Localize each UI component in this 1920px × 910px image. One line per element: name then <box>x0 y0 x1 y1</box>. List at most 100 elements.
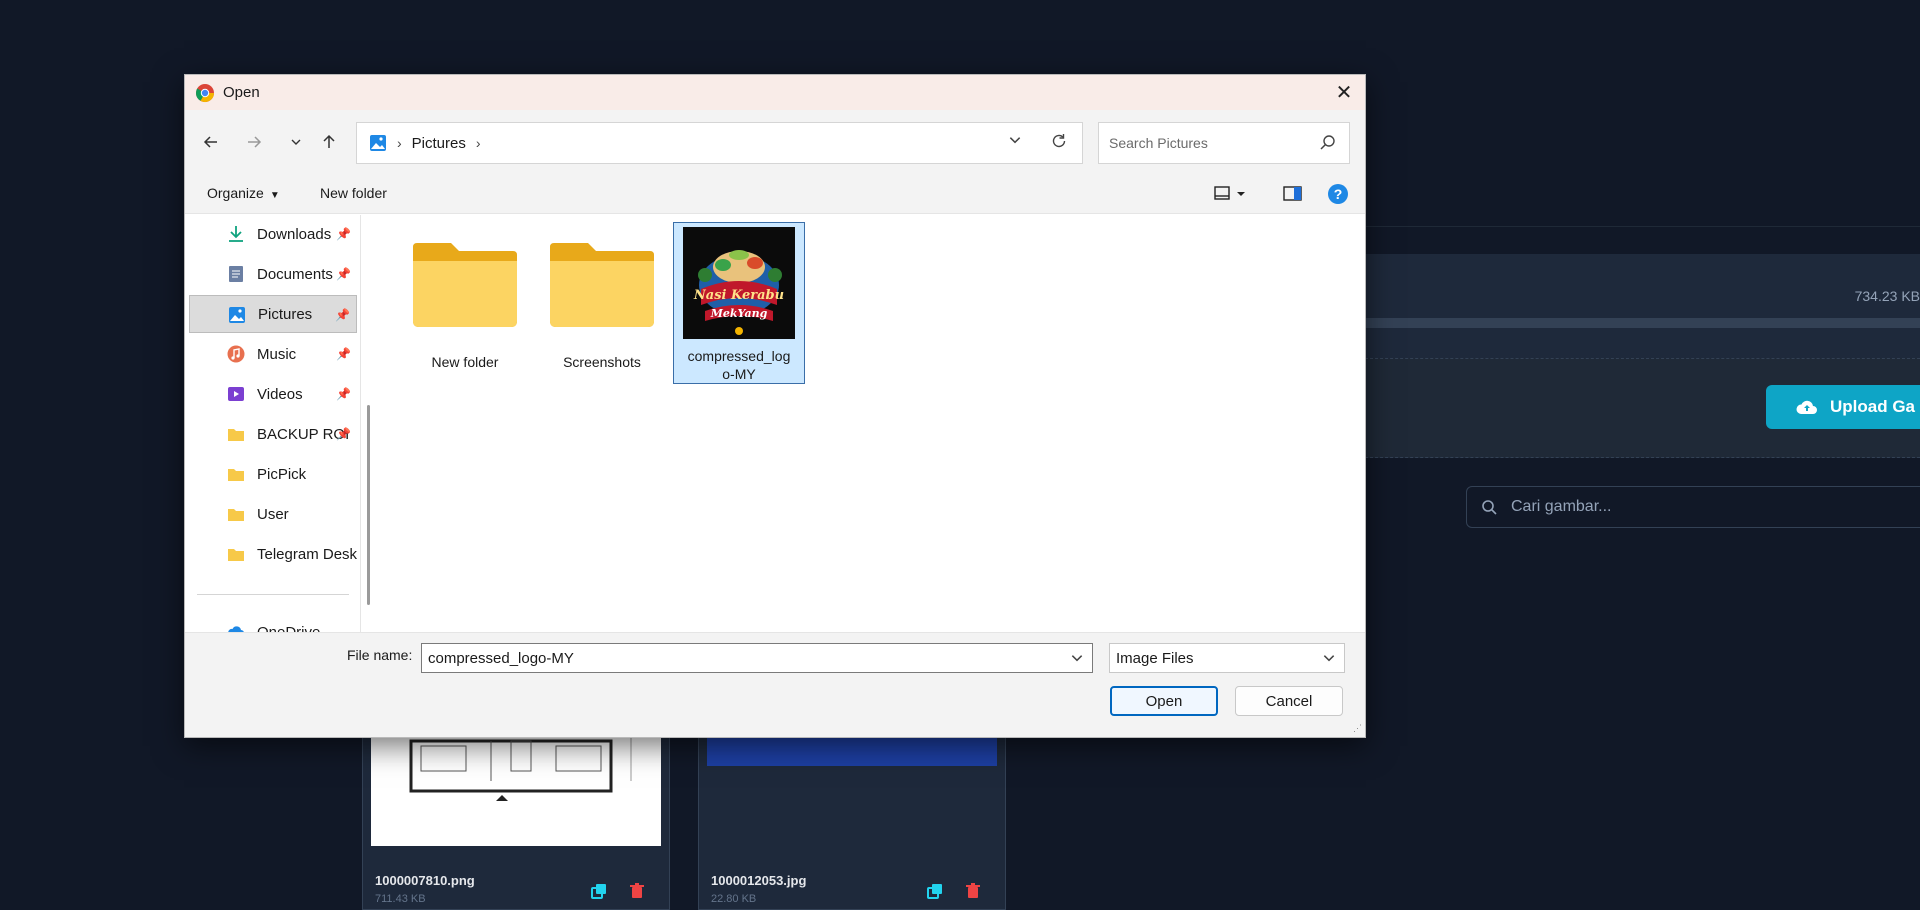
sidebar-item-label: Music <box>257 345 297 363</box>
trash-icon[interactable] <box>629 883 645 899</box>
pictures-icon <box>229 307 245 323</box>
upload-button[interactable]: Upload Ga <box>1766 385 1920 429</box>
sidebar-item-backup[interactable]: BACKUP ROI 📌 <box>189 415 357 453</box>
file-item-label: Screenshots <box>563 354 641 370</box>
folder-icon <box>228 469 244 481</box>
address-bar[interactable]: › Pictures › <box>356 122 1083 164</box>
sidebar-item-label: Videos <box>257 385 303 403</box>
pictures-icon <box>370 135 386 151</box>
file-name-input[interactable]: compressed_logo-MY <box>421 643 1093 673</box>
refresh-icon[interactable] <box>1050 132 1068 150</box>
folder-icon <box>550 243 654 327</box>
sidebar-item-pictures[interactable]: Pictures 📌 <box>189 295 357 333</box>
search-placeholder: Search Pictures <box>1109 135 1208 151</box>
upload-progress-card <box>1365 254 1920 358</box>
chevron-down-icon[interactable] <box>1008 133 1022 147</box>
sidebar-item-documents[interactable]: Documents 📌 <box>189 255 357 293</box>
sidebar-item-label: Telegram Deskto <box>257 545 357 563</box>
sidebar-item-label: OneDrive <box>257 623 321 633</box>
preview-pane-icon[interactable] <box>1283 185 1303 203</box>
sidebar-item-label: User <box>257 505 289 523</box>
arrow-left-icon <box>203 136 217 148</box>
chrome-icon <box>196 83 214 102</box>
file-type-select[interactable]: Image Files <box>1109 643 1345 673</box>
sidebar-item-music[interactable]: Music 📌 <box>189 335 357 373</box>
close-button[interactable]: ✕ <box>1331 79 1357 105</box>
onedrive-icon <box>228 626 244 632</box>
chevron-down-icon <box>1323 655 1335 662</box>
dialog-title: Open <box>223 84 260 101</box>
sidebar-item-label: Documents <box>257 265 333 283</box>
copy-icon[interactable] <box>927 883 943 899</box>
open-file-dialog: Open ✕ › Pictures › Search Pictures Orga… <box>184 74 1366 738</box>
navigation-pane: Downloads 📌 Documents 📌 Pictures 📌 Music… <box>185 215 361 632</box>
open-button[interactable]: Open <box>1110 686 1218 716</box>
caret-down-icon: ▼ <box>269 190 280 201</box>
organize-button[interactable]: Organize ▼ <box>207 185 280 201</box>
image-card[interactable]: 1000007810.png 711.43 KB <box>362 730 670 910</box>
file-name-value: compressed_logo-MY <box>428 649 574 667</box>
sidebar-divider <box>197 594 349 595</box>
trash-icon[interactable] <box>965 883 981 899</box>
pin-icon: 📌 <box>336 347 351 361</box>
breadcrumb-separator-icon: › <box>397 135 402 151</box>
breadcrumb-separator-icon[interactable]: › <box>476 135 481 151</box>
image-filename: 1000007810.png <box>375 873 475 888</box>
sidebar-item-label: PicPick <box>257 465 307 483</box>
new-folder-button[interactable]: New folder <box>320 185 387 201</box>
logo-text: MekYang <box>710 307 768 320</box>
upload-button-label: Upload Ga <box>1830 397 1916 416</box>
folder-icon <box>228 509 244 521</box>
folder-icon <box>228 549 244 561</box>
resize-grip-icon[interactable]: ⋰ <box>1353 723 1362 734</box>
folder-icon <box>413 243 517 327</box>
cancel-button[interactable]: Cancel <box>1235 686 1343 716</box>
sidebar-item-videos[interactable]: Videos 📌 <box>189 375 357 413</box>
dialog-footer: File name: compressed_logo-MY Image File… <box>185 632 1365 737</box>
upload-progress-bar <box>1365 318 1920 328</box>
image-thumbnail <box>371 731 661 846</box>
search-icon <box>1482 500 1497 515</box>
divider <box>1365 226 1920 227</box>
pin-icon: 📌 <box>336 227 351 241</box>
up-button[interactable] <box>317 130 341 154</box>
file-item-new-folder[interactable]: New folder <box>399 223 531 385</box>
image-card[interactable]: 1000012053.jpg 22.80 KB <box>698 730 1006 910</box>
sidebar-item-picpick[interactable]: PicPick <box>189 455 357 493</box>
image-search-input[interactable]: Cari gambar... <box>1466 486 1920 528</box>
sidebar-item-onedrive[interactable]: OneDrive <box>189 613 357 632</box>
image-filesize: 22.80 KB <box>711 893 757 905</box>
file-item-screenshots[interactable]: Screenshots <box>536 223 668 385</box>
file-name-label: File name: <box>347 647 413 663</box>
back-button[interactable] <box>199 130 223 154</box>
sidebar-item-telegram[interactable]: Telegram Deskto <box>189 535 357 573</box>
sidebar-item-label: Downloads <box>257 225 332 243</box>
sidebar-scrollbar[interactable] <box>367 405 370 605</box>
file-type-value: Image Files <box>1116 649 1194 667</box>
sidebar-item-user[interactable]: User <box>189 495 357 533</box>
copy-icon[interactable] <box>591 883 607 899</box>
help-icon[interactable]: ? <box>1327 183 1349 205</box>
music-icon <box>227 345 245 363</box>
image-filename: 1000012053.jpg <box>711 873 807 888</box>
download-icon <box>229 226 243 242</box>
breadcrumb-pictures[interactable]: Pictures <box>412 135 466 152</box>
chevron-down-icon <box>291 139 301 145</box>
image-filesize: 711.43 KB <box>375 893 426 905</box>
chevron-down-icon[interactable] <box>1070 651 1084 665</box>
search-icon <box>1320 135 1335 150</box>
recent-locations-button[interactable] <box>284 130 308 154</box>
dialog-titlebar: Open ✕ <box>185 75 1365 110</box>
organize-label: Organize <box>207 185 264 201</box>
view-mode-icon[interactable] <box>1213 185 1247 203</box>
logo-text: Nasi Kerabu <box>693 288 784 303</box>
folder-icon <box>228 429 244 441</box>
search-input[interactable]: Search Pictures <box>1098 122 1350 164</box>
pin-icon: 📌 <box>336 427 351 441</box>
arrow-up-icon <box>323 134 335 148</box>
videos-icon <box>228 387 244 401</box>
forward-button[interactable] <box>242 130 266 154</box>
file-list: New folder Screenshots Nasi Kerabu MekYa… <box>378 215 1365 632</box>
file-item-compressed-logo[interactable]: Nasi Kerabu MekYang compressed_log o-MY <box>673 222 805 384</box>
sidebar-item-downloads[interactable]: Downloads 📌 <box>189 215 357 253</box>
